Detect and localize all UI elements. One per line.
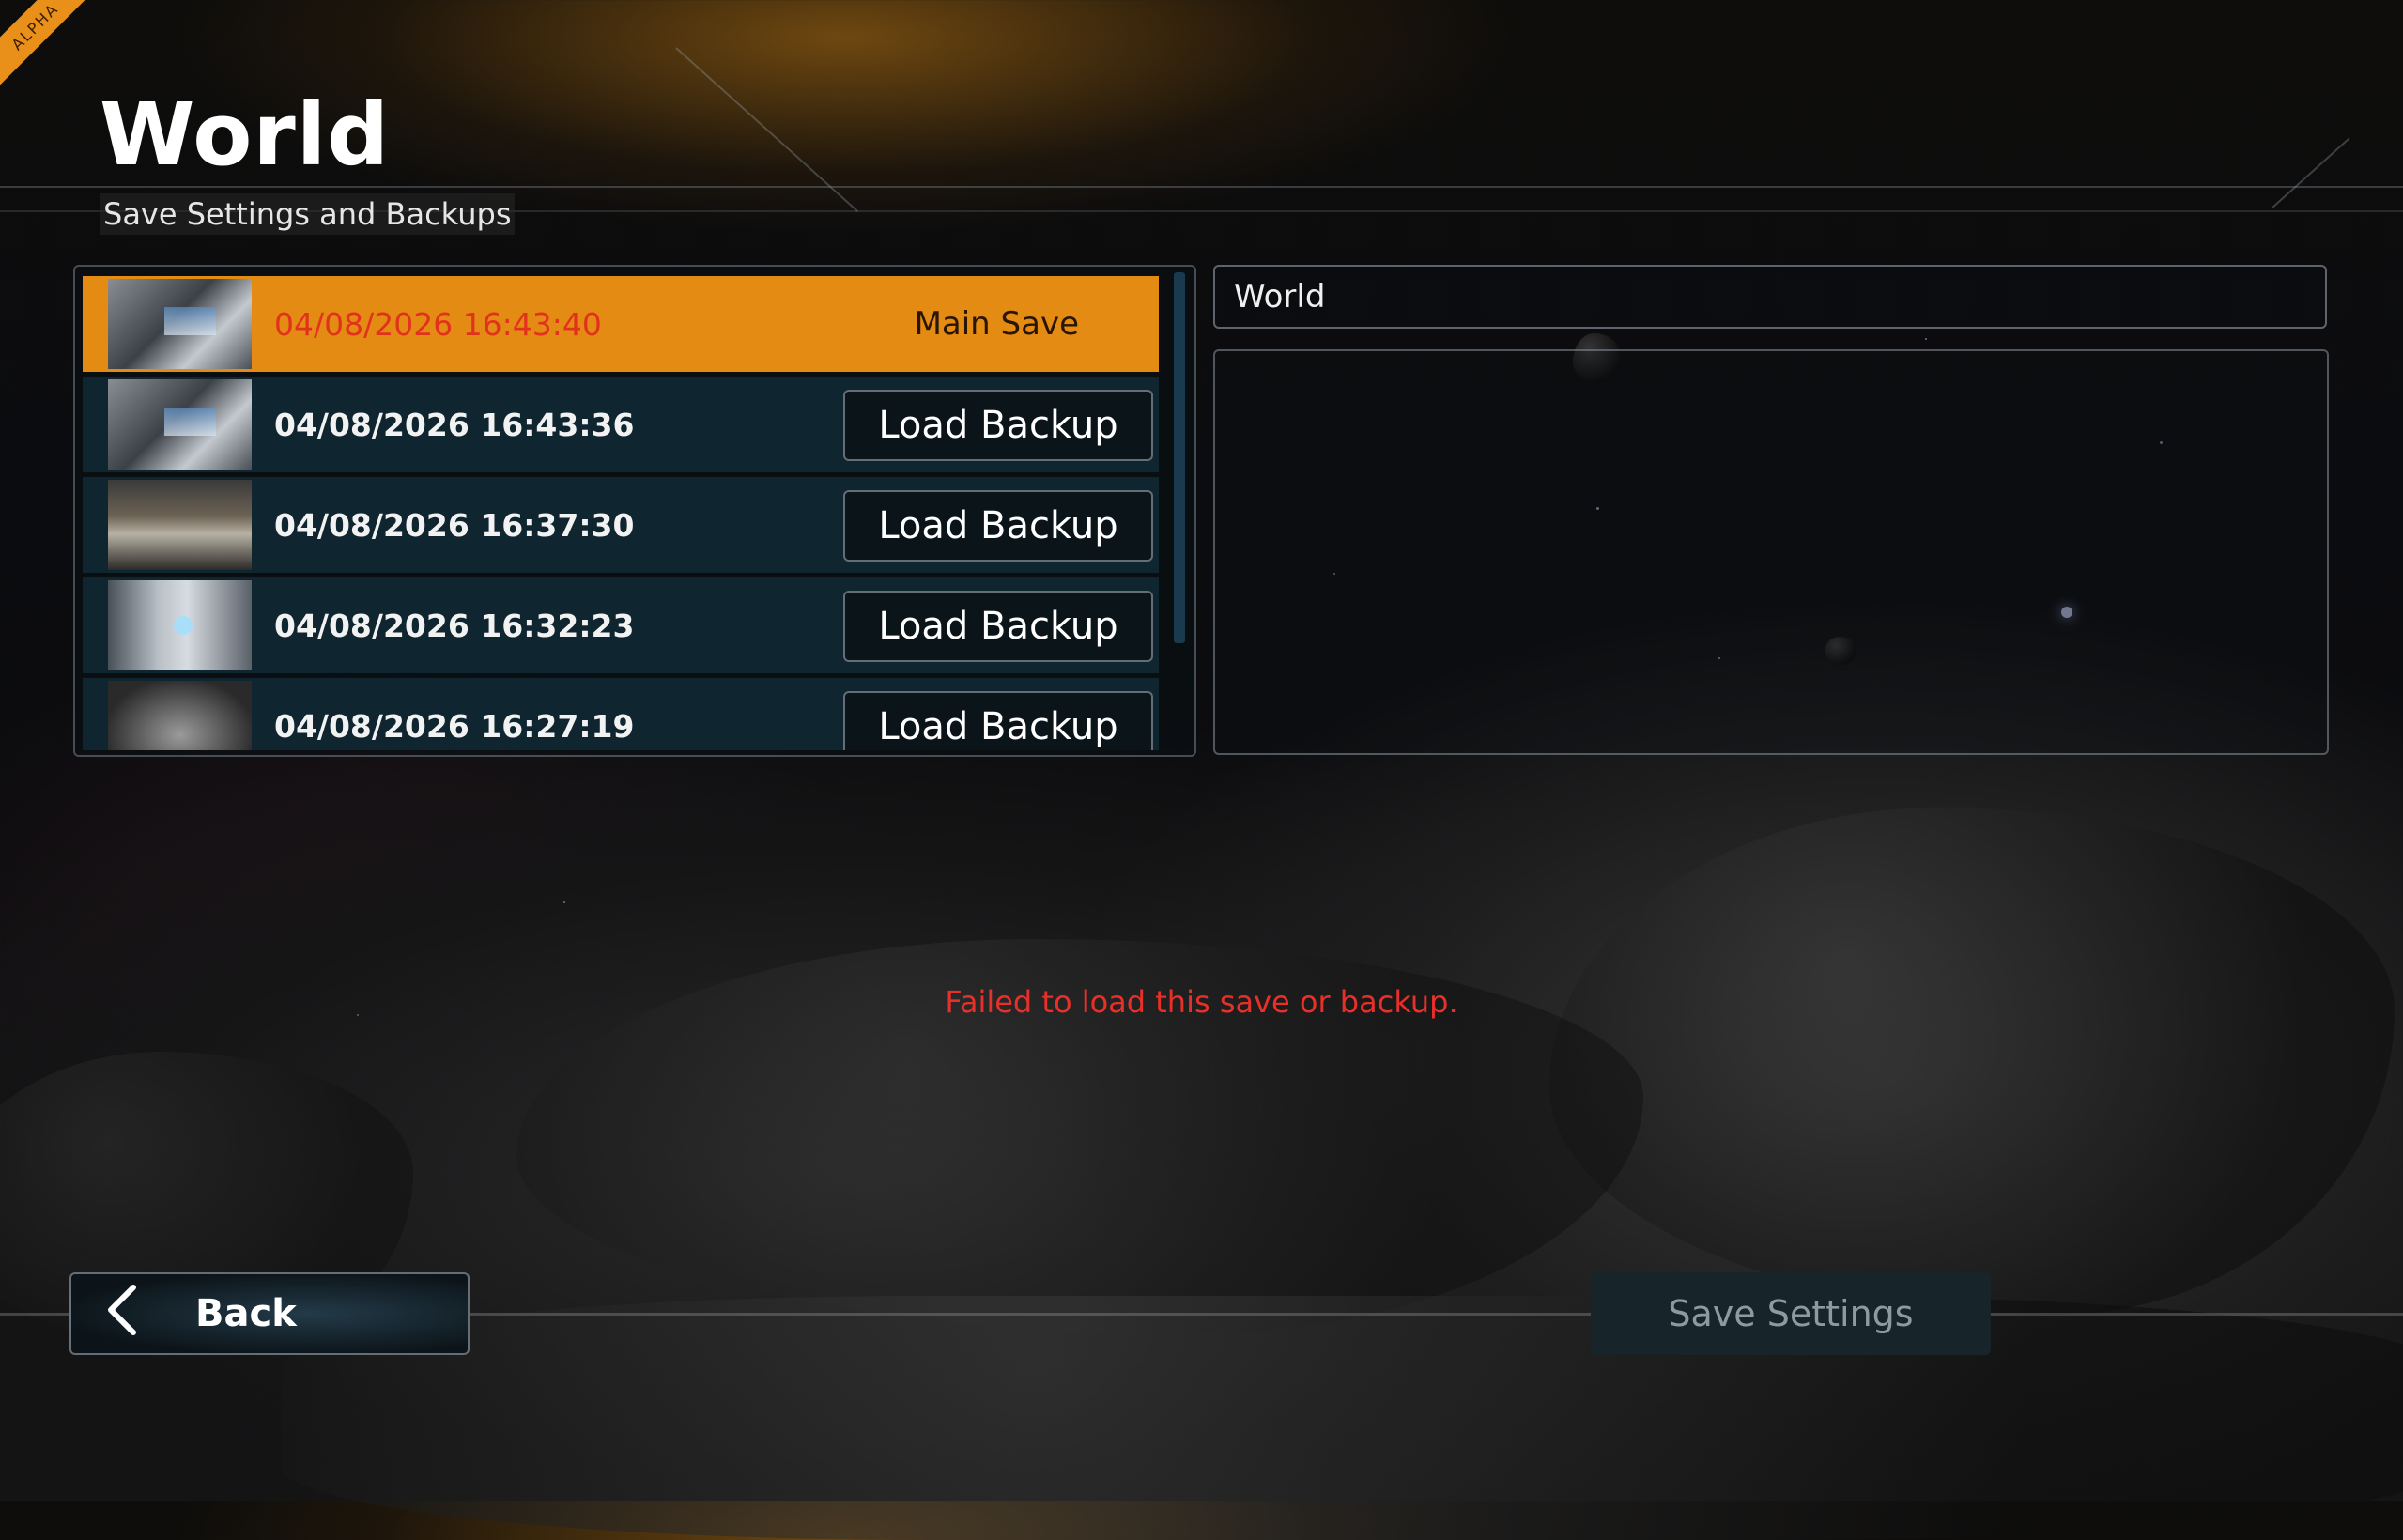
save-row-backup: 04/08/2026 16:37:30 Load Backup [83,477,1159,573]
save-timestamp: 04/08/2026 16:37:30 [274,506,635,544]
load-backup-button[interactable]: Load Backup [843,591,1153,662]
load-backup-button[interactable]: Load Backup [843,691,1153,750]
load-backup-button[interactable]: Load Backup [843,390,1153,461]
chevron-left-icon [105,1284,139,1345]
save-row-backup: 04/08/2026 16:43:36 Load Backup [83,377,1159,472]
back-button-label: Back [195,1292,297,1335]
world-description-field[interactable] [1213,349,2329,755]
header-divider [0,186,2403,188]
save-timestamp: 04/08/2026 16:43:36 [274,406,635,443]
page-subtitle: Save Settings and Backups [100,193,516,235]
page-title: World [100,85,391,185]
save-thumbnail [108,580,252,670]
save-row-main[interactable]: 04/08/2026 16:43:40 Main Save [83,276,1159,372]
save-row-backup: 04/08/2026 16:27:19 Load Backup [83,678,1159,750]
save-timestamp: 04/08/2026 16:27:19 [274,707,635,745]
save-list: 04/08/2026 16:43:40 Main Save 04/08/2026… [83,276,1159,750]
save-thumbnail [108,379,252,470]
save-timestamp: 04/08/2026 16:32:23 [274,607,635,644]
back-button[interactable]: Back [69,1272,470,1355]
main-save-label: Main Save [914,305,1079,343]
save-row-backup: 04/08/2026 16:32:23 Load Backup [83,578,1159,673]
save-list-scrollbar[interactable] [1174,272,1185,643]
error-message: Failed to load this save or backup. [945,984,1458,1020]
saves-panel: 04/08/2026 16:43:40 Main Save 04/08/2026… [73,265,1196,757]
save-thumbnail [108,480,252,570]
save-thumbnail [108,279,252,369]
save-settings-button[interactable]: Save Settings [1591,1272,1991,1355]
world-name-field[interactable]: World [1213,265,2327,329]
save-thumbnail [108,681,252,750]
load-backup-button[interactable]: Load Backup [843,490,1153,562]
save-timestamp: 04/08/2026 16:43:40 [274,305,602,343]
